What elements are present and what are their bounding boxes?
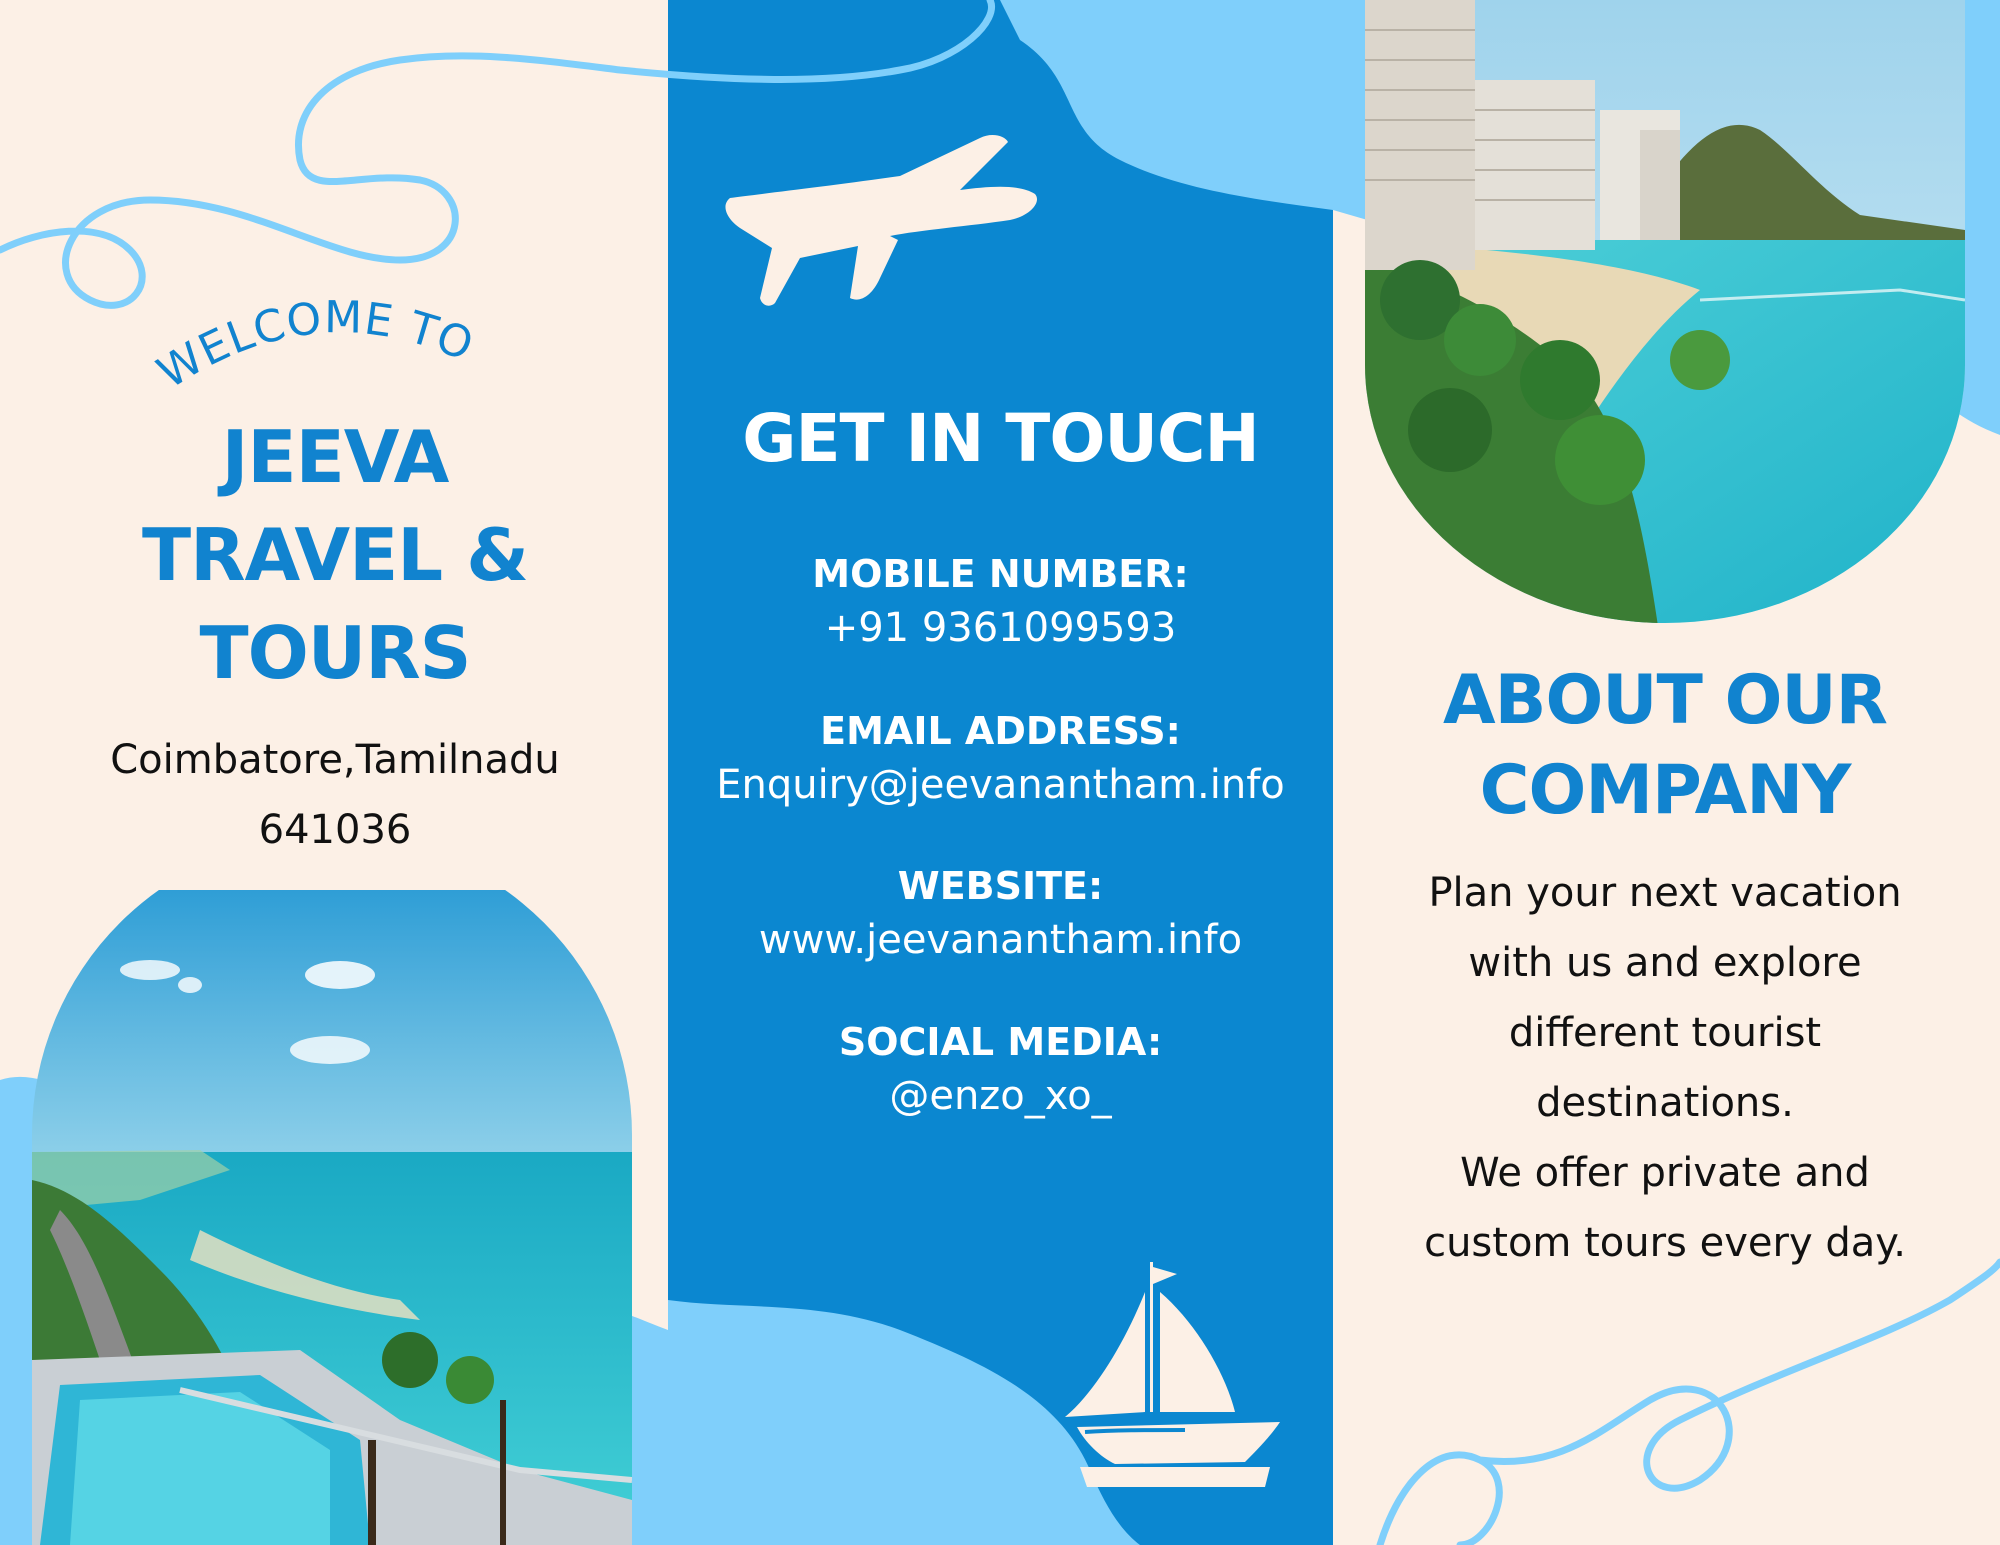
beach-photo-right <box>1365 0 1965 623</box>
about-body: Plan your next vacation with us and expl… <box>1370 858 1960 1278</box>
company-name: JEEVA TRAVEL & TOURS <box>80 408 590 702</box>
get-in-touch-title: GET IN TOUCH <box>742 400 1259 477</box>
mobile-value[interactable]: +91 9361099593 <box>668 600 1333 656</box>
company-name-line-1: JEEVA <box>221 415 450 499</box>
about-title-line-2: COMPANY <box>1479 751 1852 830</box>
address-line-2: 641036 <box>258 807 412 853</box>
about-line-2: with us and explore <box>1468 940 1862 986</box>
contact-social: SOCIAL MEDIA: @enzo_xo_ <box>668 1016 1333 1124</box>
about-title: ABOUT OUR COMPANY <box>1350 656 1980 836</box>
about-line-6: custom tours every day. <box>1424 1220 1906 1266</box>
social-label: SOCIAL MEDIA: <box>838 1020 1163 1064</box>
about-line-4: destinations. <box>1536 1080 1794 1126</box>
address-line-1: Coimbatore,Tamilnadu <box>110 737 560 783</box>
contact-website: WEBSITE: www.jeevanantham.info <box>668 860 1333 968</box>
contact-email: EMAIL ADDRESS: Enquiry@jeevanantham.info <box>668 705 1333 813</box>
email-value[interactable]: Enquiry@jeevanantham.info <box>668 757 1333 813</box>
email-label: EMAIL ADDRESS: <box>820 709 1181 753</box>
svg-text:WELCOME TO: WELCOME TO <box>149 292 481 399</box>
website-label: WEBSITE: <box>897 864 1104 908</box>
about-line-5: We offer private and <box>1460 1150 1870 1196</box>
beach-photo-left <box>32 890 632 1545</box>
address: Coimbatore,Tamilnadu 641036 <box>40 725 630 865</box>
website-value[interactable]: www.jeevanantham.info <box>668 912 1333 968</box>
about-line-3: different tourist <box>1508 1010 1822 1056</box>
company-name-line-2: TRAVEL & <box>141 513 529 597</box>
about-title-line-1: ABOUT OUR <box>1443 661 1888 740</box>
social-value[interactable]: @enzo_xo_ <box>668 1068 1333 1124</box>
about-line-1: Plan your next vacation <box>1428 870 1902 916</box>
contact-mobile: MOBILE NUMBER: +91 9361099593 <box>668 548 1333 656</box>
welcome-heading: WELCOME TO <box>149 292 481 399</box>
mobile-label: MOBILE NUMBER: <box>812 552 1189 596</box>
company-name-line-3: TOURS <box>199 611 471 695</box>
